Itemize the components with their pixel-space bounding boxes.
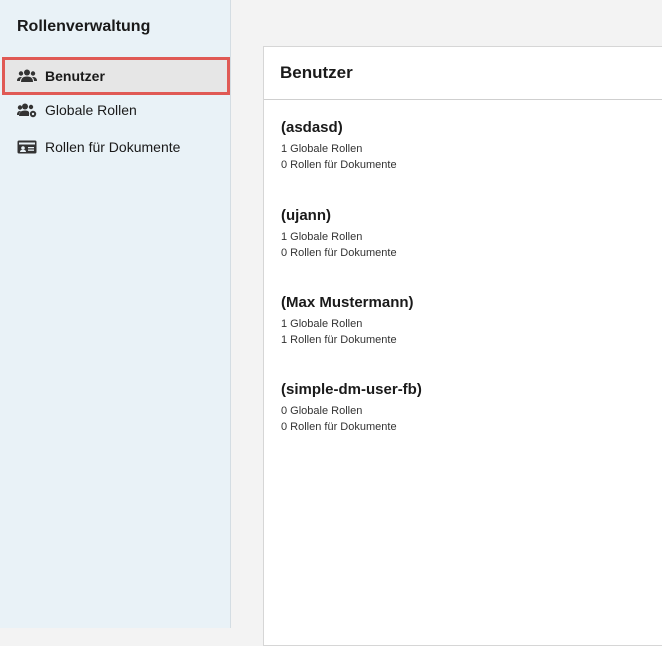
id-card-icon (17, 137, 37, 157)
document-roles-count: 1 Rollen für Dokumente (281, 332, 414, 348)
users-cog-icon (17, 100, 37, 120)
document-roles-count: 0 Rollen für Dokumente (281, 245, 397, 261)
sidebar-item-label: Rollen für Dokumente (45, 139, 180, 155)
sidebar-item-rollen-fuer-dokumente[interactable]: Rollen für Dokumente (0, 129, 231, 165)
user-entry[interactable]: (simple-dm-user-fb) 0 Globale Rollen 0 R… (281, 381, 422, 435)
user-name[interactable]: (ujann) (281, 207, 397, 224)
sidebar-item-label: Benutzer (45, 68, 105, 84)
sidebar-item-benutzer[interactable]: Benutzer (2, 57, 230, 95)
user-name[interactable]: (asdasd) (281, 119, 397, 136)
global-roles-count: 1 Globale Rollen (281, 316, 414, 332)
document-roles-count: 0 Rollen für Dokumente (281, 157, 397, 173)
sidebar-title: Rollenverwaltung (17, 18, 150, 36)
global-roles-count: 0 Globale Rollen (281, 403, 422, 419)
users-panel: Benutzer (asdasd) 1 Globale Rollen 0 Rol… (263, 46, 662, 646)
sidebar: Rollenverwaltung Benutzer (0, 0, 231, 628)
panel-title: Benutzer (264, 47, 662, 100)
global-roles-count: 1 Globale Rollen (281, 141, 397, 157)
sidebar-item-globale-rollen[interactable]: Globale Rollen (0, 92, 231, 128)
document-roles-count: 0 Rollen für Dokumente (281, 419, 422, 435)
user-name[interactable]: (Max Mustermann) (281, 294, 414, 311)
user-name[interactable]: (simple-dm-user-fb) (281, 381, 422, 398)
user-entry[interactable]: (ujann) 1 Globale Rollen 0 Rollen für Do… (281, 207, 397, 261)
global-roles-count: 1 Globale Rollen (281, 229, 397, 245)
sidebar-item-label: Globale Rollen (45, 102, 137, 118)
users-icon (17, 66, 37, 86)
user-entry[interactable]: (asdasd) 1 Globale Rollen 0 Rollen für D… (281, 119, 397, 173)
user-entry[interactable]: (Max Mustermann) 1 Globale Rollen 1 Roll… (281, 294, 414, 348)
